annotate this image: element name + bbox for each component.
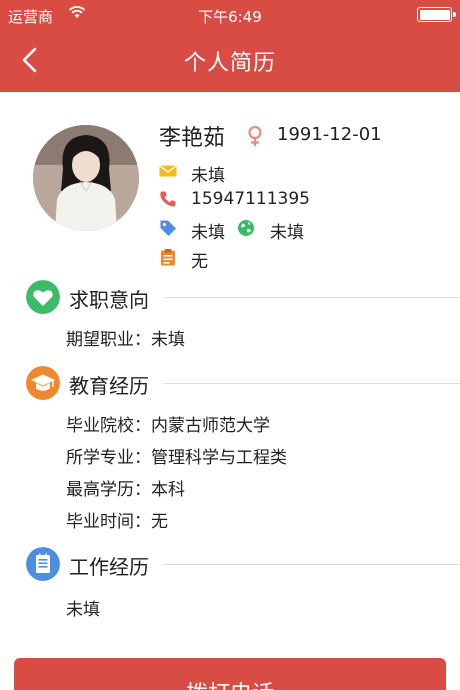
phone-value: 15947111395 xyxy=(191,189,310,209)
section-title: 教育经历 xyxy=(69,374,149,398)
kv-value: 未填 xyxy=(151,330,185,350)
tag-region-row: 未填 未填 xyxy=(159,217,319,243)
divider xyxy=(164,383,460,384)
kv-label: 毕业院校： xyxy=(66,416,151,436)
section-title: 工作经历 xyxy=(69,555,149,579)
female-gender-icon xyxy=(248,125,262,146)
kv-row: 所学专业：管理科学与工程类 xyxy=(66,443,287,468)
kv-value: 本科 xyxy=(151,480,185,500)
birthday: 1991-12-01 xyxy=(277,124,382,145)
region-value: 未填 xyxy=(270,223,304,243)
clipboard-icon xyxy=(161,249,175,266)
kv-label: 毕业时间： xyxy=(66,512,151,532)
education-section: 教育经历 毕业院校：内蒙古师范大学 所学专业：管理科学与工程类 最高学历：本科 … xyxy=(0,366,460,536)
section-header: 工作经历 xyxy=(0,547,460,583)
divider xyxy=(164,297,460,298)
work-experience-section: 工作经历 未填 xyxy=(0,547,460,623)
kv-row: 毕业院校：内蒙古师范大学 xyxy=(66,411,270,436)
kv-row: 毕业时间：无 xyxy=(66,507,168,532)
kv-row: 期望职业：未填 xyxy=(66,325,185,350)
profile-card: 李艳茹 1991-12-01 未填 15947111395 未填 未填 无 xyxy=(0,92,460,272)
battery-icon xyxy=(417,7,456,22)
section-header: 教育经历 xyxy=(0,366,460,402)
candidate-name: 李艳茹 xyxy=(159,126,226,151)
globe-icon xyxy=(238,220,254,236)
mail-icon xyxy=(159,164,177,177)
kv-label: 最高学历： xyxy=(66,480,151,500)
phone-icon xyxy=(160,191,176,207)
call-button[interactable]: 拨打电话 xyxy=(14,658,446,690)
kv-value: 内蒙古师范大学 xyxy=(151,416,270,436)
kv-value: 管理科学与工程类 xyxy=(151,448,287,468)
tag-value: 未填 xyxy=(191,223,225,243)
section-title: 求职意向 xyxy=(69,288,149,312)
page-title: 个人简历 xyxy=(183,51,276,76)
kv-value: 无 xyxy=(151,512,168,532)
kv-label: 所学专业： xyxy=(66,448,151,468)
header: 运营商 下午6:49 个人简历 xyxy=(0,0,460,92)
note-value: 无 xyxy=(191,252,208,272)
divider xyxy=(164,564,460,565)
notepad-icon xyxy=(26,547,60,581)
kv-row: 最高学历：本科 xyxy=(66,475,185,500)
kv-label: 期望职业： xyxy=(66,330,151,350)
email-value: 未填 xyxy=(191,166,225,186)
tag-icon xyxy=(160,220,176,236)
status-bar: 运营商 下午6:49 xyxy=(0,0,460,30)
graduation-cap-icon xyxy=(26,366,60,400)
section-header: 求职意向 xyxy=(0,280,460,316)
heart-icon xyxy=(26,280,60,314)
job-intent-section: 求职意向 期望职业：未填 xyxy=(0,280,460,350)
clock: 下午6:49 xyxy=(198,8,262,26)
avatar[interactable] xyxy=(33,125,139,231)
avatar-photo xyxy=(33,125,139,231)
nav-bar: 个人简历 xyxy=(0,30,460,92)
work-content: 未填 xyxy=(66,600,100,620)
